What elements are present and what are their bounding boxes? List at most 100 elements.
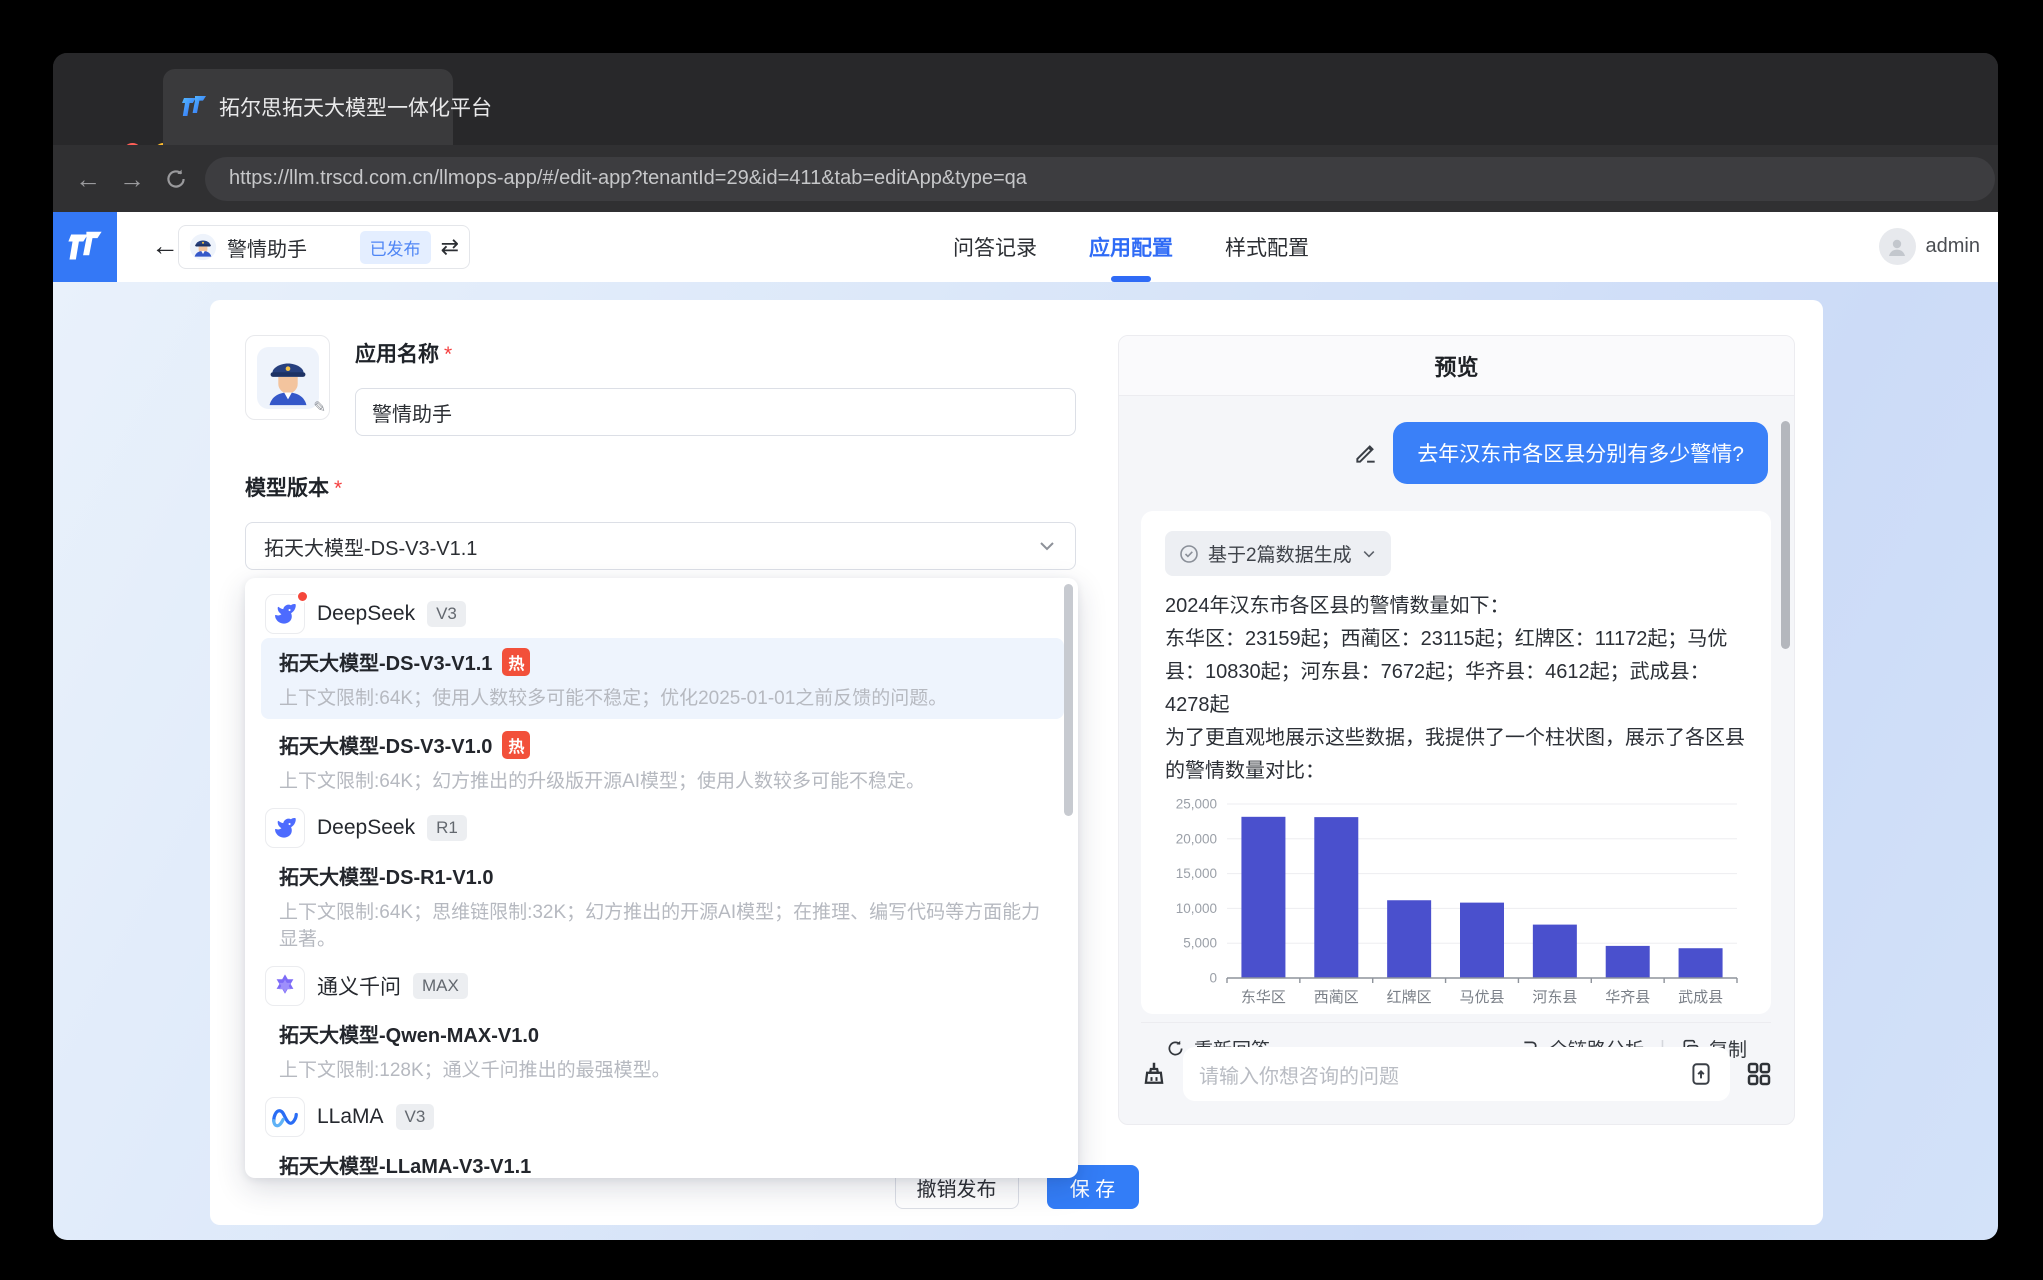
svg-text:15,000: 15,000	[1176, 866, 1217, 881]
status-badge: 已发布	[360, 231, 431, 264]
app-name-label: 应用名称*	[355, 338, 452, 368]
trs-logo-icon	[67, 229, 103, 265]
provider-version-badge: MAX	[413, 973, 468, 999]
model-group-header: 通义千问 MAX	[257, 962, 1068, 1010]
preview-title: 预览	[1119, 336, 1794, 396]
preview-scrollbar[interactable]	[1781, 421, 1790, 649]
bar-马优县	[1460, 903, 1504, 978]
edit-question-icon[interactable]	[1353, 440, 1379, 466]
main-area: ✎ 应用名称* 模型版本* 拓天大模型-DS-V3-V1.1 DeepSeek V…	[53, 282, 1998, 1240]
header-tabs: 问答记录应用配置样式配置	[953, 212, 1309, 282]
model-option[interactable]: 拓天大模型-DS-V3-V1.1热上下文限制:64K；使用人数较多可能不稳定；优…	[261, 638, 1064, 719]
model-group-header: DeepSeek R1	[257, 804, 1068, 852]
provider-name: DeepSeek	[317, 602, 415, 626]
user-avatar	[1879, 228, 1916, 265]
llama-icon	[265, 1097, 305, 1137]
deepseek-icon	[265, 594, 305, 634]
police-avatar-large-icon	[257, 347, 319, 409]
reload-icon[interactable]	[163, 166, 189, 192]
bar-红牌区	[1387, 900, 1431, 978]
username: admin	[1926, 235, 1980, 258]
svg-text:20,000: 20,000	[1176, 831, 1217, 846]
svg-text:武成县: 武成县	[1678, 989, 1723, 1006]
favicon-logo-icon	[181, 94, 207, 120]
address-bar[interactable]: https://llm.trscd.com.cn/llmops-app/#/ed…	[205, 157, 1995, 201]
svg-text:25,000: 25,000	[1176, 797, 1217, 812]
bar-chart: 0 5,000 10,000 15,000 20,000 25,000 东华区 西蔺区 红牌区 马…	[1165, 792, 1747, 1020]
source-pill[interactable]: 基于2篇数据生成	[1165, 531, 1391, 576]
svg-text:西蔺区: 西蔺区	[1314, 989, 1359, 1006]
model-option[interactable]: 拓天大模型-LLaMA-V3-V1.1上下文限制:8K；优化2024-12-25…	[261, 1141, 1064, 1178]
bar-东华区	[1241, 817, 1285, 978]
app-header: ← 警情助手 已发布 ⇄ 问答记录应用配置样式配置 admin	[53, 212, 1998, 282]
tab-问答记录[interactable]: 问答记录	[953, 212, 1037, 282]
chat-input[interactable]: 请输入你想咨询的问题	[1183, 1047, 1730, 1101]
hot-badge: 热	[502, 731, 530, 759]
user-menu[interactable]: admin	[1879, 228, 1980, 265]
app-avatar-upload[interactable]: ✎	[245, 335, 330, 420]
bar-武成县	[1679, 948, 1723, 978]
answer-text: 2024年汉东市各区县的警情数量如下：东华区：23159起；西蔺区：23115起…	[1165, 590, 1747, 788]
divider	[1141, 1022, 1771, 1023]
hot-badge: 热	[502, 648, 530, 676]
bar-华齐县	[1606, 946, 1650, 978]
clear-history-icon[interactable]	[1139, 1059, 1169, 1089]
apps-grid-icon[interactable]	[1744, 1059, 1774, 1089]
app-selector[interactable]: 警情助手 已发布 ⇄	[178, 225, 470, 269]
back-icon[interactable]: ←	[75, 166, 101, 192]
chevron-down-icon	[1361, 546, 1377, 562]
model-select[interactable]: 拓天大模型-DS-V3-V1.1	[245, 522, 1076, 570]
provider-version-badge: V3	[396, 1104, 435, 1130]
deepseek-icon	[265, 808, 305, 848]
svg-text:0: 0	[1209, 971, 1217, 986]
app-name-input[interactable]	[355, 388, 1076, 436]
svg-text:华齐县: 华齐县	[1605, 989, 1650, 1006]
switch-app-icon[interactable]: ⇄	[441, 234, 459, 260]
svg-text:红牌区: 红牌区	[1387, 989, 1432, 1006]
model-select-value: 拓天大模型-DS-V3-V1.1	[264, 532, 477, 561]
model-option[interactable]: 拓天大模型-DS-V3-V1.0热上下文限制:64K；幻方推出的升级版开源AI模…	[261, 721, 1064, 802]
notification-dot	[296, 590, 309, 603]
upload-file-icon[interactable]	[1688, 1061, 1714, 1087]
dropdown-scrollbar[interactable]	[1064, 584, 1073, 816]
app-logo[interactable]	[53, 212, 117, 282]
app-name: 警情助手	[227, 233, 350, 262]
tab-应用配置[interactable]: 应用配置	[1089, 212, 1173, 282]
preview-panel: 预览 去年汉东市各区县分别有多少警情? 基	[1118, 335, 1795, 1125]
bar-西蔺区	[1314, 817, 1358, 978]
police-avatar-icon	[189, 233, 217, 261]
edit-avatar-icon[interactable]: ✎	[313, 398, 326, 416]
browser-window: 拓尔思拓天大模型一体化平台 ← → https://llm.trscd.com.…	[53, 53, 1998, 1240]
provider-name: 通义千问	[317, 971, 401, 1001]
svg-text:东华区: 东华区	[1241, 989, 1286, 1006]
browser-tab[interactable]: 拓尔思拓天大模型一体化平台	[163, 69, 453, 145]
qwen-icon	[265, 966, 305, 1006]
model-option[interactable]: 拓天大模型-Qwen-MAX-V1.0上下文限制:128K；通义千问推出的最强模…	[261, 1010, 1064, 1091]
model-group-header: DeepSeek V3	[257, 590, 1068, 638]
config-card: ✎ 应用名称* 模型版本* 拓天大模型-DS-V3-V1.1 DeepSeek V…	[210, 300, 1823, 1225]
tab-title: 拓尔思拓天大模型一体化平台	[219, 92, 492, 122]
url-text: https://llm.trscd.com.cn/llmops-app/#/ed…	[229, 167, 1027, 190]
model-option[interactable]: 拓天大模型-DS-R1-V1.0上下文限制:64K；思维链限制:32K；幻方推出…	[261, 852, 1064, 960]
back-arrow-icon[interactable]: ←	[151, 230, 179, 262]
provider-version-badge: R1	[427, 815, 467, 841]
tab-样式配置[interactable]: 样式配置	[1225, 212, 1309, 282]
forward-icon[interactable]: →	[119, 166, 145, 192]
svg-text:5,000: 5,000	[1183, 936, 1217, 951]
provider-version-badge: V3	[427, 601, 466, 627]
required-asterisk: *	[334, 477, 342, 500]
model-version-label: 模型版本*	[245, 472, 342, 502]
user-message-bubble: 去年汉东市各区县分别有多少警情?	[1393, 422, 1768, 484]
model-group-header: LLaMA V3	[257, 1093, 1068, 1141]
required-asterisk: *	[444, 343, 452, 366]
svg-text:10,000: 10,000	[1176, 901, 1217, 916]
browser-titlebar: 拓尔思拓天大模型一体化平台	[53, 53, 1998, 145]
model-dropdown-list: DeepSeek V3 拓天大模型-DS-V3-V1.1热上下文限制:64K；使用人…	[257, 590, 1068, 1178]
provider-name: DeepSeek	[317, 816, 415, 840]
provider-name: LLaMA	[317, 1105, 384, 1129]
svg-text:马优县: 马优县	[1459, 989, 1504, 1006]
browser-toolbar: ← → https://llm.trscd.com.cn/llmops-app/…	[53, 145, 1998, 212]
chevron-down-icon	[1037, 536, 1057, 556]
chat-input-placeholder: 请输入你想咨询的问题	[1199, 1060, 1688, 1089]
svg-text:河东县: 河东县	[1532, 989, 1577, 1006]
